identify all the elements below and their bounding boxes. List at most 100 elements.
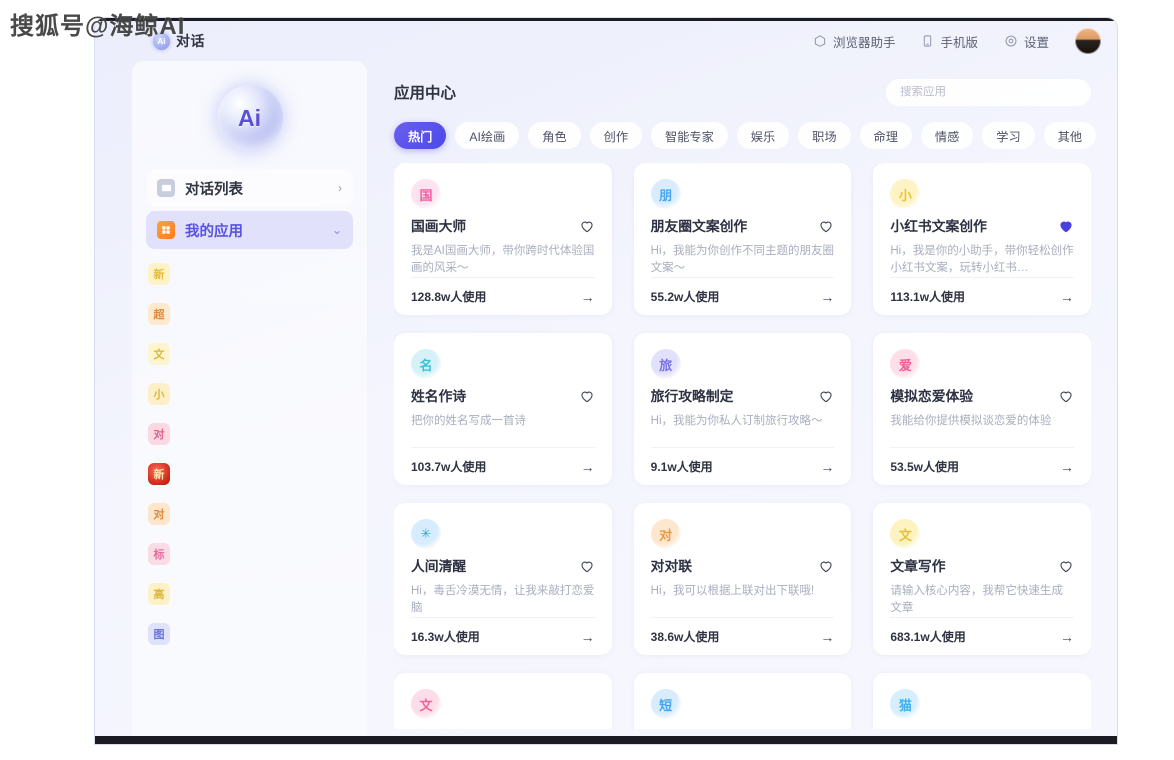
arrow-right-icon[interactable]: →: [581, 459, 595, 475]
favorite-heart-icon[interactable]: [1058, 728, 1074, 729]
app-card-title: 朋友圈文案创作: [650, 219, 748, 234]
favorite-heart-icon[interactable]: [818, 218, 834, 234]
app-card-icon: 文: [411, 689, 441, 719]
arrow-right-icon[interactable]: →: [820, 629, 834, 645]
sidebar-app-item[interactable]: 新: [132, 453, 367, 493]
tab-1[interactable]: AI绘画: [455, 122, 520, 149]
chevron-down-icon: ⌄: [331, 223, 342, 237]
tab-2[interactable]: 角色: [528, 122, 581, 149]
arrow-right-icon[interactable]: →: [1060, 459, 1074, 475]
app-card-desc: 我能给你提供模拟谈恋爱的体验: [890, 415, 1052, 427]
browser-assistant-button[interactable]: 浏览器助手: [813, 32, 895, 51]
favorite-heart-icon[interactable]: [579, 558, 595, 574]
favorite-heart-icon[interactable]: [1058, 558, 1074, 574]
sidebar-app-item[interactable]: 新: [132, 253, 367, 293]
app-card[interactable]: 旅旅行攻略制定 Hi，我能为你私人订制旅行攻略～ 9.1w人使用 →: [633, 333, 852, 485]
app-card[interactable]: 短短视频脚本创作→: [633, 673, 852, 729]
app-card-desc: Hi，毒舌冷漠无情，让我来敲打恋爱脑: [411, 585, 595, 614]
sidebar-app-item[interactable]: 文: [132, 333, 367, 373]
app-body: Ai 对话列表 › 我的应用 ⌄ 新超文小对新对标高图 应用中心 搜索应用 热门…: [95, 61, 1117, 744]
tab-9[interactable]: 学习: [982, 122, 1035, 149]
search-box[interactable]: [886, 78, 1091, 106]
app-card-icon: 文: [890, 519, 921, 549]
app-badge-icon: 文: [148, 343, 170, 365]
app-card[interactable]: 文文章写作 请输入核心内容，我帮它快速生成文章 683.1w人使用 →: [873, 503, 1091, 655]
arrow-right-icon[interactable]: →: [820, 289, 834, 305]
category-tabs: 热门 AI绘画 角色 创作 智能专家 娱乐 职场 命理 情感 学习 其他: [394, 122, 1097, 149]
sidebar-app-item[interactable]: 图: [132, 613, 367, 653]
app-brand: Ai 对话: [153, 31, 205, 51]
settings-label: 设置: [1023, 35, 1049, 50]
app-card-title: 姓名作诗: [411, 389, 467, 404]
title-bar: Ai 对话 浏览器助手 手机版 设置: [95, 21, 1117, 61]
app-card[interactable]: 文文本润色→: [394, 673, 612, 729]
arrow-right-icon[interactable]: →: [1060, 629, 1074, 645]
tab-7[interactable]: 命理: [859, 122, 912, 149]
sidebar-app-item[interactable]: 对: [132, 493, 367, 533]
mobile-version-button[interactable]: 手机版: [921, 32, 978, 51]
tab-6[interactable]: 职场: [798, 122, 851, 149]
title-bar-actions: 浏览器助手 手机版 设置: [813, 28, 1101, 54]
tab-10[interactable]: 其他: [1043, 122, 1097, 149]
app-card[interactable]: 小小红书文案创作 Hi，我是你的小助手，带你轻松创作小红书文案，玩转小红书… 113…: [873, 163, 1091, 315]
arrow-right-icon[interactable]: →: [581, 629, 595, 645]
app-card[interactable]: ✳ 人间清醒 Hi，毒舌冷漠无情，让我来敲打恋爱脑 16.3w人使用 →: [394, 503, 612, 655]
app-card-title: 宠物职业照: [890, 728, 959, 729]
sidebar-item-my-apps-label: 我的应用: [185, 223, 243, 240]
tab-8[interactable]: 情感: [920, 122, 974, 149]
app-card-desc: 我是AI国画大师，带你跨时代体验国画的风采～: [411, 245, 595, 274]
app-card[interactable]: 朋朋友圈文案创作 Hi，我能为你创作不同主题的朋友圈文案～ 55.2w人使用 →: [633, 163, 852, 315]
app-badge-icon: 对: [148, 503, 170, 525]
favorite-heart-icon[interactable]: [579, 728, 595, 729]
avatar[interactable]: [1075, 28, 1101, 54]
main-header: 应用中心: [394, 75, 1091, 109]
tab-5[interactable]: 娱乐: [736, 122, 790, 149]
favorite-heart-icon[interactable]: [579, 218, 595, 234]
app-card-icon: 小: [890, 179, 921, 209]
arrow-right-icon[interactable]: →: [581, 289, 595, 305]
app-card-title: 模拟恋爱体验: [890, 389, 974, 404]
app-card-desc: 请输入核心内容，我帮它快速生成文章: [890, 585, 1063, 614]
app-card-title: 旅行攻略制定: [650, 389, 734, 404]
sidebar-app-item[interactable]: 小: [132, 373, 367, 413]
favorite-heart-icon[interactable]: [1058, 388, 1074, 404]
favorite-heart-icon[interactable]: [1058, 218, 1074, 234]
app-card-icon: 名: [411, 349, 441, 379]
arrow-right-icon[interactable]: →: [1060, 289, 1074, 305]
tab-4[interactable]: 智能专家: [651, 122, 728, 149]
sidebar-app-item[interactable]: 对: [132, 413, 367, 453]
favorite-heart-icon[interactable]: [818, 558, 834, 574]
app-card-usage: 113.1w人使用: [890, 290, 966, 304]
app-card[interactable]: 爱模拟恋爱体验 我能给你提供模拟谈恋爱的体验 53.5w人使用 →: [873, 333, 1091, 485]
app-card[interactable]: 名姓名作诗 把你的姓名写成一首诗 103.7w人使用 →: [394, 333, 612, 485]
settings-button[interactable]: 设置: [1004, 32, 1049, 51]
sidebar: Ai 对话列表 › 我的应用 ⌄ 新超文小对新对标高图: [132, 61, 367, 744]
app-card-icon: 旅: [650, 349, 681, 379]
app-badge-icon: 超: [148, 303, 170, 325]
search-input[interactable]: [900, 86, 1077, 98]
sidebar-item-my-apps[interactable]: 我的应用 ⌄: [146, 211, 353, 249]
app-badge-icon: 对: [148, 423, 170, 445]
app-card-icon: ✳: [411, 519, 441, 549]
gear-icon: [1004, 34, 1018, 48]
mobile-version-label: 手机版: [940, 35, 978, 50]
sidebar-item-chat-list[interactable]: 对话列表 ›: [146, 169, 353, 207]
app-card-title: 文本润色: [411, 728, 466, 729]
app-card[interactable]: 对对对联 Hi，我可以根据上联对出下联哦! 38.6w人使用 →: [633, 503, 852, 655]
favorite-heart-icon[interactable]: [579, 388, 595, 404]
arrow-right-icon[interactable]: →: [820, 459, 834, 475]
app-card[interactable]: 国国画大师 我是AI国画大师，带你跨时代体验国画的风采～ 128.8w人使用 →: [394, 163, 612, 315]
app-card-usage: 16.3w人使用: [411, 630, 480, 644]
screen: 搜狐号@海鲸AI Ai 对话 浏览器助手 手机版 设置 Ai 对话列表 › 我的…: [0, 0, 1174, 760]
tab-0[interactable]: 热门: [394, 122, 447, 149]
app-card-icon: 对: [650, 519, 681, 549]
favorite-heart-icon[interactable]: [818, 728, 834, 729]
sidebar-app-item[interactable]: 标: [132, 533, 367, 573]
sidebar-app-item[interactable]: 超: [132, 293, 367, 333]
favorite-heart-icon[interactable]: [818, 388, 834, 404]
sidebar-app-item[interactable]: 高: [132, 573, 367, 613]
app-card[interactable]: 猫宠物职业照→: [873, 673, 1091, 729]
app-badge-icon: 新: [148, 463, 170, 485]
tab-3[interactable]: 创作: [589, 122, 643, 149]
window-bottom-border: [95, 736, 1117, 744]
